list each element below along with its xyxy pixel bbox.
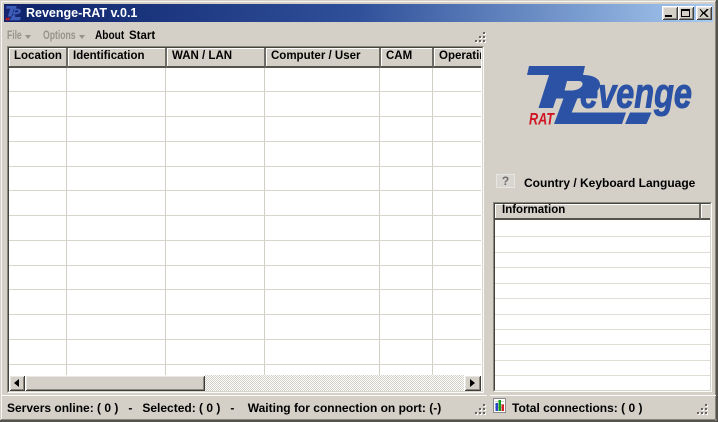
svg-text:evenge: evenge (580, 70, 692, 117)
svg-text:RAT: RAT (529, 110, 555, 129)
